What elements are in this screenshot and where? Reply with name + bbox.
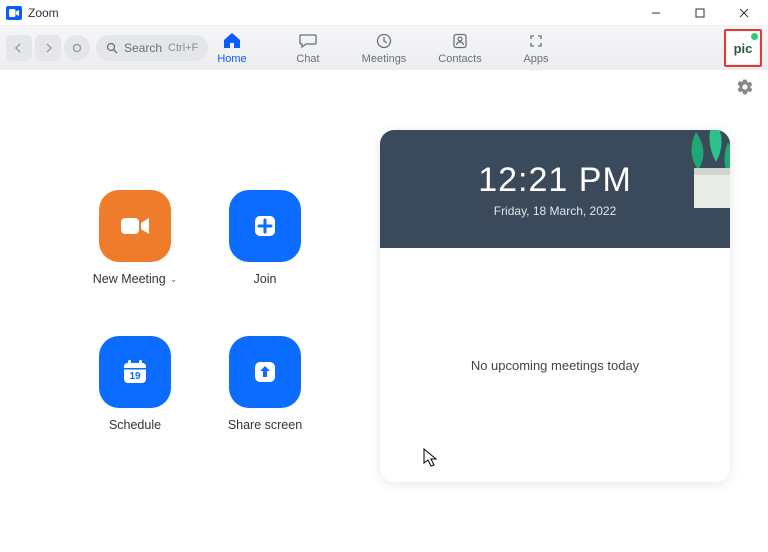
- profile-button-wrap: pic: [724, 29, 762, 67]
- tab-home[interactable]: Home: [208, 32, 256, 65]
- titlebar: Zoom: [0, 0, 768, 26]
- back-button[interactable]: [6, 35, 32, 61]
- tab-chat[interactable]: Chat: [284, 32, 332, 65]
- share-icon: [229, 336, 301, 408]
- card-header: 12:21 PM Friday, 18 March, 2022: [380, 130, 730, 248]
- svg-text:19: 19: [129, 371, 141, 382]
- join-label: Join: [254, 272, 277, 286]
- home-icon: [223, 32, 241, 50]
- clock-time: 12:21 PM: [478, 161, 632, 200]
- forward-button[interactable]: [35, 35, 61, 61]
- window-title: Zoom: [28, 6, 59, 20]
- meetings-icon: [376, 32, 392, 50]
- toolbar: Search Ctrl+F Home Chat Meetings Contact…: [0, 26, 768, 70]
- status-indicator-icon: [751, 33, 758, 40]
- minimize-button[interactable]: [634, 0, 678, 26]
- tab-meetings[interactable]: Meetings: [360, 32, 408, 65]
- card-body: No upcoming meetings today: [380, 248, 730, 482]
- schedule-button[interactable]: 19 Schedule: [90, 336, 180, 432]
- close-button[interactable]: [722, 0, 766, 26]
- share-screen-label: Share screen: [228, 418, 302, 432]
- search-input[interactable]: Search Ctrl+F: [96, 35, 208, 61]
- schedule-label: Schedule: [109, 418, 161, 432]
- window-controls: [634, 0, 766, 26]
- chat-icon: [299, 32, 317, 50]
- share-screen-button[interactable]: Share screen: [220, 336, 310, 432]
- tab-meetings-label: Meetings: [362, 53, 407, 65]
- profile-button[interactable]: pic: [727, 32, 759, 64]
- tab-contacts[interactable]: Contacts: [436, 32, 484, 65]
- new-meeting-label: New Meeting: [93, 272, 166, 286]
- upcoming-card: 12:21 PM Friday, 18 March, 2022 No upcom…: [380, 130, 730, 482]
- action-grid: New Meeting ⌄ Join 19 Schedule Share scre…: [0, 70, 380, 552]
- apps-icon: [528, 32, 544, 50]
- history-buttons: [6, 35, 90, 61]
- search-label: Search: [124, 41, 162, 55]
- calendar-icon: 19: [99, 336, 171, 408]
- search-icon: [106, 42, 118, 54]
- history-button[interactable]: [64, 35, 90, 61]
- chevron-down-icon: ⌄: [170, 274, 178, 285]
- cursor-icon: [423, 448, 439, 473]
- plant-decoration-icon: [626, 130, 730, 242]
- search-shortcut: Ctrl+F: [168, 42, 198, 54]
- tab-apps[interactable]: Apps: [512, 32, 560, 65]
- tab-home-label: Home: [217, 53, 246, 65]
- tab-apps-label: Apps: [523, 53, 548, 65]
- tab-contacts-label: Contacts: [438, 53, 481, 65]
- new-meeting-button[interactable]: New Meeting ⌄: [90, 190, 180, 286]
- avatar-text: pic: [734, 41, 753, 56]
- maximize-button[interactable]: [678, 0, 722, 26]
- contacts-icon: [452, 32, 468, 50]
- video-icon: [99, 190, 171, 262]
- tab-chat-label: Chat: [296, 53, 319, 65]
- join-button[interactable]: Join: [220, 190, 310, 286]
- main-content: New Meeting ⌄ Join 19 Schedule Share scre…: [0, 70, 768, 552]
- zoom-logo-icon: [6, 6, 22, 20]
- plus-icon: [229, 190, 301, 262]
- nav-tabs: Home Chat Meetings Contacts Apps: [208, 32, 560, 65]
- empty-state-text: No upcoming meetings today: [471, 358, 639, 373]
- clock-date: Friday, 18 March, 2022: [494, 204, 617, 218]
